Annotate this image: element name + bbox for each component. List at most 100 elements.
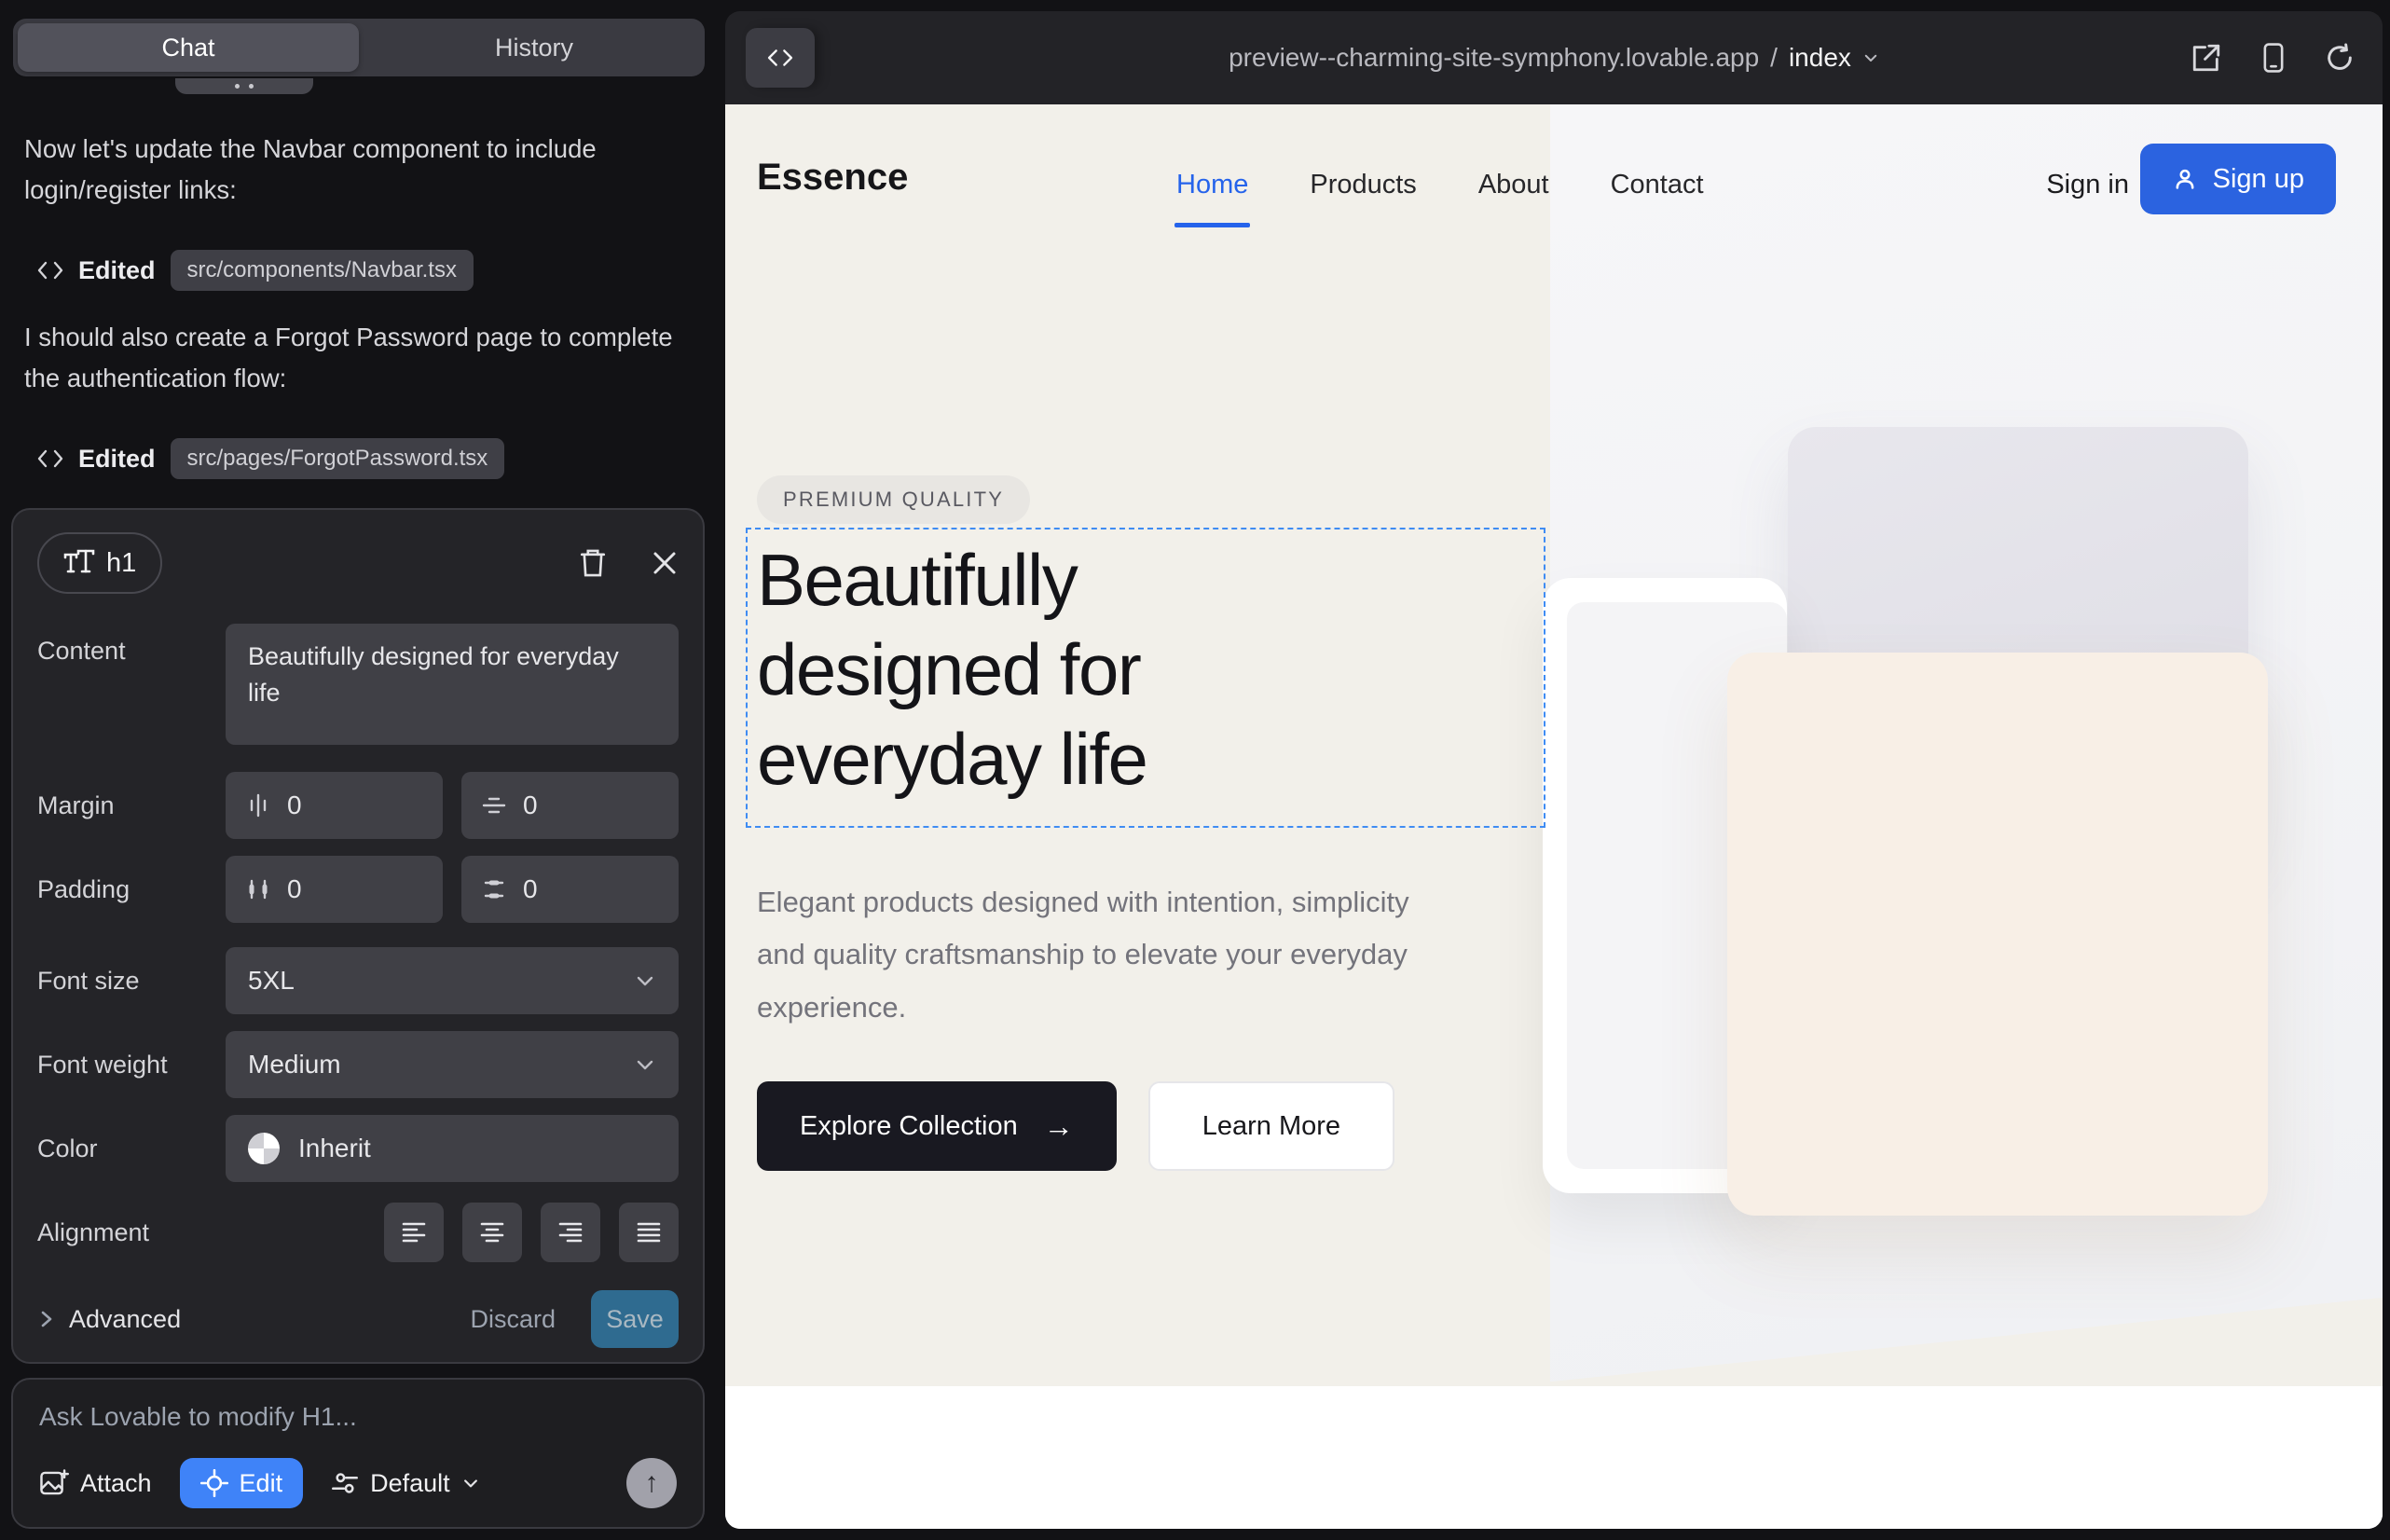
- padding-y-value: 0: [523, 874, 538, 904]
- element-tag-label: h1: [106, 548, 136, 579]
- align-center-icon: [478, 1219, 506, 1245]
- edited-file-chip[interactable]: src/components/Navbar.tsx: [171, 250, 474, 291]
- mobile-view-button[interactable]: [2260, 42, 2287, 74]
- edit-label: Edit: [240, 1469, 283, 1498]
- font-size-value: 5XL: [248, 966, 295, 996]
- explore-collection-label: Explore Collection: [800, 1111, 1018, 1142]
- decor-card-cream: [1727, 653, 2268, 1216]
- save-button[interactable]: Save: [591, 1290, 679, 1348]
- align-right-icon: [556, 1219, 584, 1245]
- color-select[interactable]: Inherit: [226, 1115, 679, 1182]
- site-logo[interactable]: Essence: [757, 157, 908, 199]
- align-justify-button[interactable]: [619, 1203, 679, 1262]
- sign-up-label: Sign up: [2213, 164, 2304, 195]
- align-left-icon: [400, 1219, 428, 1245]
- selected-element-pill[interactable]: h1: [37, 532, 162, 594]
- alignment-label: Alignment: [37, 1218, 226, 1247]
- content-input[interactable]: Beautifully designed for everyday life: [226, 624, 679, 745]
- premium-quality-badge: PREMIUM QUALITY: [757, 475, 1030, 524]
- nav-link-products[interactable]: Products: [1310, 170, 1416, 199]
- learn-more-label: Learn More: [1202, 1111, 1340, 1142]
- send-button[interactable]: ↑: [626, 1458, 677, 1508]
- align-left-button[interactable]: [384, 1203, 444, 1262]
- app-window: Chat History Now let's update the Navbar…: [0, 0, 2390, 1540]
- tab-history[interactable]: History: [364, 19, 705, 76]
- margin-y-value: 0: [523, 791, 538, 820]
- nav-link-home[interactable]: Home: [1176, 170, 1248, 199]
- type-icon: [63, 549, 95, 577]
- discard-button[interactable]: Discard: [470, 1305, 556, 1334]
- learn-more-button[interactable]: Learn More: [1148, 1081, 1394, 1171]
- nav-link-about[interactable]: About: [1478, 170, 1549, 199]
- advanced-label: Advanced: [69, 1305, 181, 1334]
- target-icon: [200, 1469, 228, 1497]
- chat-composer[interactable]: Ask Lovable to modify H1... Attach Edit …: [11, 1378, 705, 1529]
- close-icon: [651, 549, 679, 577]
- url-host: preview--charming-site-symphony.lovable.…: [1229, 43, 1759, 73]
- nav-item-about[interactable]: About: [1478, 170, 1549, 200]
- nav-item-home[interactable]: Home: [1176, 170, 1248, 200]
- padding-vertical-icon: [482, 877, 506, 901]
- sign-up-button[interactable]: Sign up: [2140, 144, 2336, 214]
- chevron-down-icon: [461, 1474, 480, 1492]
- url-page[interactable]: index: [1789, 43, 1851, 73]
- padding-x-value: 0: [287, 874, 302, 904]
- tab-chat[interactable]: Chat: [18, 23, 359, 72]
- mode-select[interactable]: Default: [331, 1469, 480, 1498]
- explore-collection-button[interactable]: Explore Collection →: [757, 1081, 1117, 1171]
- open-in-new-tab-button[interactable]: [2191, 42, 2222, 74]
- edit-mode-button[interactable]: Edit: [180, 1458, 304, 1508]
- margin-y-input[interactable]: 0: [461, 772, 679, 839]
- hero-heading[interactable]: Beautifully designed for everyday life: [757, 535, 1147, 804]
- section-below-hero: [725, 1386, 2383, 1529]
- refresh-button[interactable]: [2325, 43, 2355, 73]
- align-right-button[interactable]: [541, 1203, 600, 1262]
- user-icon: [2172, 166, 2198, 192]
- attach-button[interactable]: Attach: [39, 1468, 152, 1498]
- font-size-select[interactable]: 5XL: [226, 947, 679, 1014]
- edited-label: Edited: [78, 445, 156, 474]
- color-label: Color: [37, 1134, 226, 1163]
- arrow-right-icon: →: [1044, 1109, 1074, 1144]
- chevron-down-icon: [634, 1053, 656, 1076]
- sliders-icon: [331, 1469, 359, 1497]
- edited-file-row[interactable]: Edited src/components/Navbar.tsx: [37, 250, 474, 291]
- edited-file-row[interactable]: Edited src/pages/ForgotPassword.tsx: [37, 438, 504, 479]
- element-editor-panel: h1 Content Beautifully designed for ever…: [11, 508, 705, 1364]
- chevron-down-icon[interactable]: [1862, 49, 1879, 66]
- advanced-toggle[interactable]: Advanced: [37, 1305, 181, 1334]
- font-weight-select[interactable]: Medium: [226, 1031, 679, 1098]
- chevron-right-icon: [37, 1308, 56, 1330]
- code-icon: [37, 259, 63, 282]
- padding-label: Padding: [37, 875, 226, 904]
- content-label: Content: [37, 624, 226, 666]
- nav-item-contact[interactable]: Contact: [1611, 170, 1704, 200]
- nav-item-products[interactable]: Products: [1310, 170, 1416, 200]
- composer-placeholder[interactable]: Ask Lovable to modify H1...: [39, 1402, 677, 1432]
- trash-icon: [578, 547, 608, 579]
- margin-label: Margin: [37, 791, 226, 820]
- padding-y-input[interactable]: 0: [461, 856, 679, 923]
- external-link-icon: [2191, 42, 2222, 74]
- attach-label: Attach: [80, 1469, 152, 1498]
- edited-file-chip[interactable]: src/pages/ForgotPassword.tsx: [171, 438, 505, 479]
- align-center-button[interactable]: [462, 1203, 522, 1262]
- url-bar[interactable]: preview--charming-site-symphony.lovable.…: [725, 11, 2383, 104]
- margin-horizontal-icon: [246, 793, 270, 818]
- arrow-up-icon: ↑: [645, 1467, 659, 1499]
- close-editor-button[interactable]: [651, 549, 679, 577]
- nav-link-contact[interactable]: Contact: [1611, 170, 1704, 199]
- padding-x-input[interactable]: 0: [226, 856, 443, 923]
- sign-in-button[interactable]: Sign in: [2046, 170, 2129, 200]
- chevron-down-icon: [634, 969, 656, 992]
- hero-paragraph: Elegant products designed with intention…: [757, 876, 1428, 1034]
- font-size-label: Font size: [37, 967, 226, 996]
- chat-message: I should also create a Forgot Password p…: [24, 317, 686, 399]
- hero-heading-line: Beautifully: [757, 535, 1147, 625]
- chat-sidebar: Chat History Now let's update the Navbar…: [0, 0, 723, 1540]
- preview-window: preview--charming-site-symphony.lovable.…: [725, 11, 2383, 1529]
- scrolled-chip-partial: [175, 78, 313, 94]
- margin-x-value: 0: [287, 791, 302, 820]
- delete-element-button[interactable]: [578, 547, 608, 579]
- margin-x-input[interactable]: 0: [226, 772, 443, 839]
